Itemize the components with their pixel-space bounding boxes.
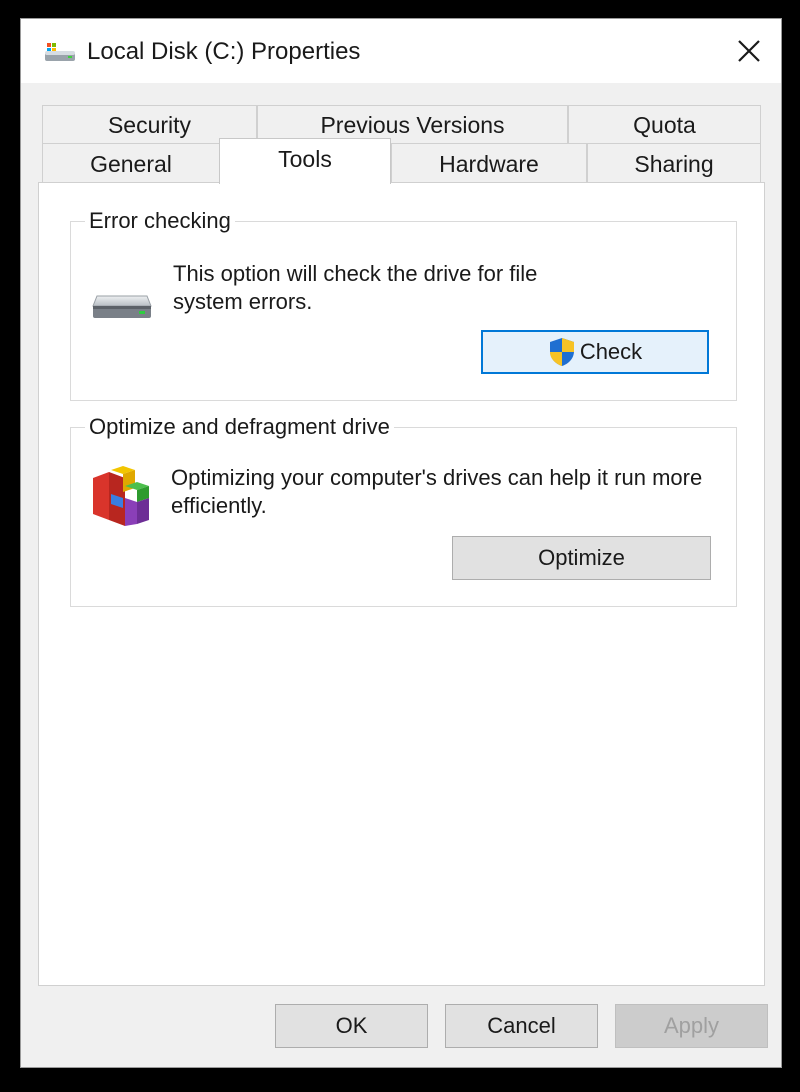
- optimize-button[interactable]: Optimize: [452, 536, 711, 580]
- check-button-label: Check: [579, 339, 643, 364]
- title-bar[interactable]: Local Disk (C:) Properties: [21, 19, 781, 83]
- drive-icon: [92, 295, 152, 318]
- defrag-icon: [93, 466, 149, 526]
- close-button[interactable]: [731, 33, 767, 69]
- window-title: Local Disk (C:) Properties: [87, 38, 361, 65]
- ok-button[interactable]: OK: [275, 1004, 428, 1048]
- tools-panel: Error checking This option will check th…: [38, 182, 765, 986]
- optimize-description: Optimizing your computer's drives can he…: [171, 465, 703, 518]
- error-checking-description: This option will check the drive for fil…: [173, 261, 538, 314]
- drive-icon: [45, 43, 75, 61]
- cancel-button[interactable]: Cancel: [445, 1004, 598, 1048]
- close-icon: [738, 40, 760, 62]
- apply-button[interactable]: Apply: [615, 1004, 768, 1048]
- check-button[interactable]: Check: [481, 330, 709, 374]
- error-checking-group: Error checking This option will check th…: [70, 207, 737, 401]
- tab-tools[interactable]: Tools: [219, 138, 391, 184]
- tab-hardware[interactable]: Hardware: [391, 143, 587, 183]
- tab-quota[interactable]: Quota: [568, 105, 761, 143]
- properties-dialog: Local Disk (C:) Properties Security Prev…: [20, 18, 782, 1068]
- tab-general[interactable]: General: [42, 143, 220, 183]
- shield-icon: [549, 338, 574, 366]
- tab-sharing[interactable]: Sharing: [587, 143, 761, 183]
- error-checking-title: Error checking: [85, 207, 235, 235]
- optimize-group: Optimize and defragment drive Optimizing…: [70, 413, 737, 607]
- optimize-title: Optimize and defragment drive: [85, 413, 394, 441]
